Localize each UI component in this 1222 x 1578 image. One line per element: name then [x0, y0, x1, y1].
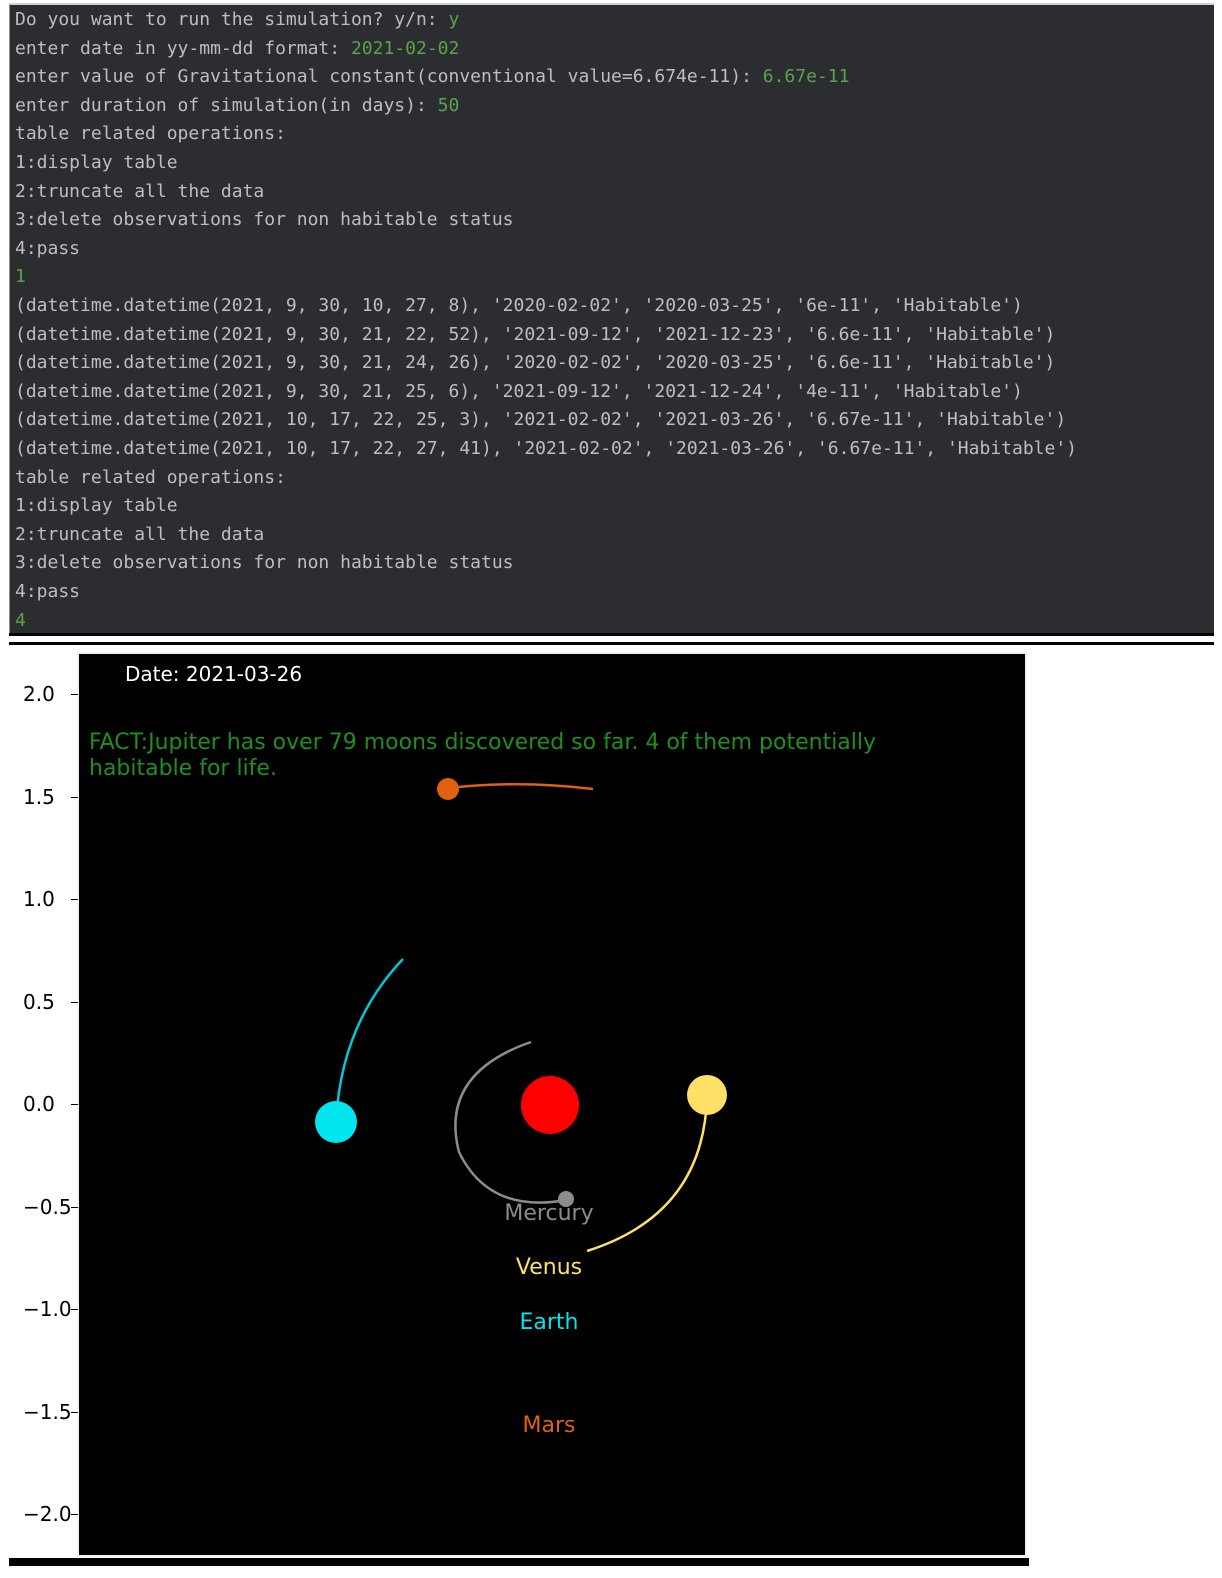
y-tick-mark	[71, 1411, 78, 1413]
y-tick-mark	[71, 796, 78, 798]
console-line-text: (datetime.datetime(2021, 10, 17, 22, 27,…	[15, 438, 1078, 459]
mars-trail	[447, 782, 594, 791]
console-line: table related operations:	[15, 120, 286, 148]
y-tick-label: 0.5	[23, 989, 55, 1014]
console-line: enter duration of simulation(in days): 5…	[15, 92, 459, 120]
y-tick-mark	[71, 1309, 78, 1310]
plot-axes: Date: 2021-03-26 FACT:Jupiter has over 7…	[77, 652, 1027, 1557]
console-line-text: 4:pass	[15, 581, 81, 602]
y-tick-mark	[71, 1001, 78, 1003]
earth-trail	[334, 958, 404, 1123]
y-tick-mark	[71, 1104, 78, 1105]
console-user-input: y	[448, 9, 460, 30]
figure-bottom-border	[9, 1558, 1029, 1566]
fact-line-2: habitable for life.	[89, 756, 277, 781]
earth-planet	[315, 1101, 357, 1143]
mercury-label: Mercury	[504, 1201, 593, 1226]
console-line-text: table related operations:	[15, 123, 286, 145]
console-line-text: 2:truncate all the data	[15, 523, 265, 545]
console-line: Do you want to run the simulation? y/n: …	[15, 6, 459, 34]
y-tick-label: −2.0	[23, 1502, 72, 1526]
console-line-text: 1:display table	[15, 495, 178, 517]
console-line: 2:truncate all the data	[15, 178, 264, 206]
console-line-text: (datetime.datetime(2021, 9, 30, 21, 24, …	[15, 352, 1056, 374]
console-user-input: 2021-02-02	[350, 37, 460, 59]
console-line: 1:display table	[15, 492, 178, 520]
console-line: 1:display table	[15, 149, 178, 177]
console-line: 4:pass	[15, 235, 80, 263]
mars-planet	[437, 778, 459, 800]
y-tick-label: −1.0	[23, 1297, 72, 1321]
console-line: enter value of Gravitational constant(co…	[15, 63, 849, 91]
console-line: (datetime.datetime(2021, 9, 30, 21, 24, …	[15, 349, 1055, 377]
y-tick-label: 1.5	[23, 784, 55, 809]
y-tick-label: 0.0	[23, 1092, 55, 1116]
console-line-text: (datetime.datetime(2021, 10, 17, 22, 25,…	[15, 409, 1067, 431]
earth-label: Earth	[520, 1310, 579, 1335]
orbit-plot: Date: 2021-03-26 FACT:Jupiter has over 7…	[89, 662, 876, 1438]
console-line: 3:delete observations for non habitable …	[15, 206, 514, 234]
console-line-text: enter date in yy-mm-dd format:	[15, 37, 351, 59]
y-tick-label: 2.0	[23, 682, 55, 706]
console-line-text: Do you want to run the simulation? y/n:	[15, 9, 449, 30]
console-line-text: enter duration of simulation(in days):	[15, 94, 438, 116]
fact-line-1: FACT:Jupiter has over 79 moons discovere…	[89, 730, 876, 755]
console-line: 4:pass	[15, 578, 80, 606]
console-line-text: 1:display table	[15, 152, 178, 173]
mars-label: Mars	[523, 1413, 576, 1438]
console-line: (datetime.datetime(2021, 9, 30, 21, 22, …	[15, 321, 1055, 349]
venus-planet	[687, 1075, 727, 1115]
console-line: (datetime.datetime(2021, 10, 17, 22, 27,…	[15, 435, 1077, 463]
console-line-text: 3:delete observations for non habitable …	[15, 209, 514, 231]
console-line: enter date in yy-mm-dd format: 2021-02-0…	[15, 35, 459, 63]
console-output-panel: Do you want to run the simulation? y/n: …	[9, 3, 1214, 633]
console-line-text: (datetime.datetime(2021, 9, 30, 21, 25, …	[15, 380, 1023, 402]
console-user-input: 4	[15, 609, 26, 631]
sun	[521, 1076, 579, 1134]
y-tick-mark	[71, 694, 78, 695]
y-tick-label: 1.0	[23, 887, 55, 911]
console-user-input: 6.67e-11	[762, 66, 850, 88]
panel-separator	[9, 633, 1214, 645]
console-line: (datetime.datetime(2021, 9, 30, 21, 25, …	[15, 378, 1023, 406]
console-line-text: 3:delete observations for non habitable …	[15, 552, 514, 574]
y-tick-label: −0.5	[23, 1194, 72, 1219]
console-user-input: 50	[437, 94, 460, 116]
console-line: 1	[15, 263, 26, 291]
venus-trail	[586, 1095, 709, 1253]
console-line-text: table related operations:	[15, 466, 286, 488]
console-line: table related operations:	[15, 464, 286, 492]
console-line: (datetime.datetime(2021, 10, 17, 22, 25,…	[15, 406, 1066, 434]
console-line: 3:delete observations for non habitable …	[15, 549, 514, 577]
console-line: 4	[15, 607, 26, 633]
y-tick-label: −1.5	[23, 1399, 72, 1424]
date-label: Date: 2021-03-26	[125, 662, 302, 686]
console-line-text: (datetime.datetime(2021, 9, 30, 21, 22, …	[15, 323, 1056, 345]
console-line-text: 2:truncate all the data	[15, 180, 265, 202]
console-line-text: enter value of Gravitational constant(co…	[15, 66, 763, 88]
venus-label: Venus	[516, 1255, 582, 1280]
y-tick-mark	[71, 1514, 78, 1515]
simulation-figure: Date: 2021-03-26 FACT:Jupiter has over 7…	[9, 647, 1029, 1564]
console-user-input: 1	[15, 266, 26, 288]
console-line: (datetime.datetime(2021, 9, 30, 10, 27, …	[15, 292, 1023, 320]
console-line-text: 4:pass	[15, 237, 81, 259]
console-line-text: (datetime.datetime(2021, 9, 30, 10, 27, …	[15, 295, 1023, 316]
console-line: 2:truncate all the data	[15, 521, 264, 549]
y-tick-mark	[71, 899, 78, 900]
y-tick-mark	[71, 1206, 78, 1208]
